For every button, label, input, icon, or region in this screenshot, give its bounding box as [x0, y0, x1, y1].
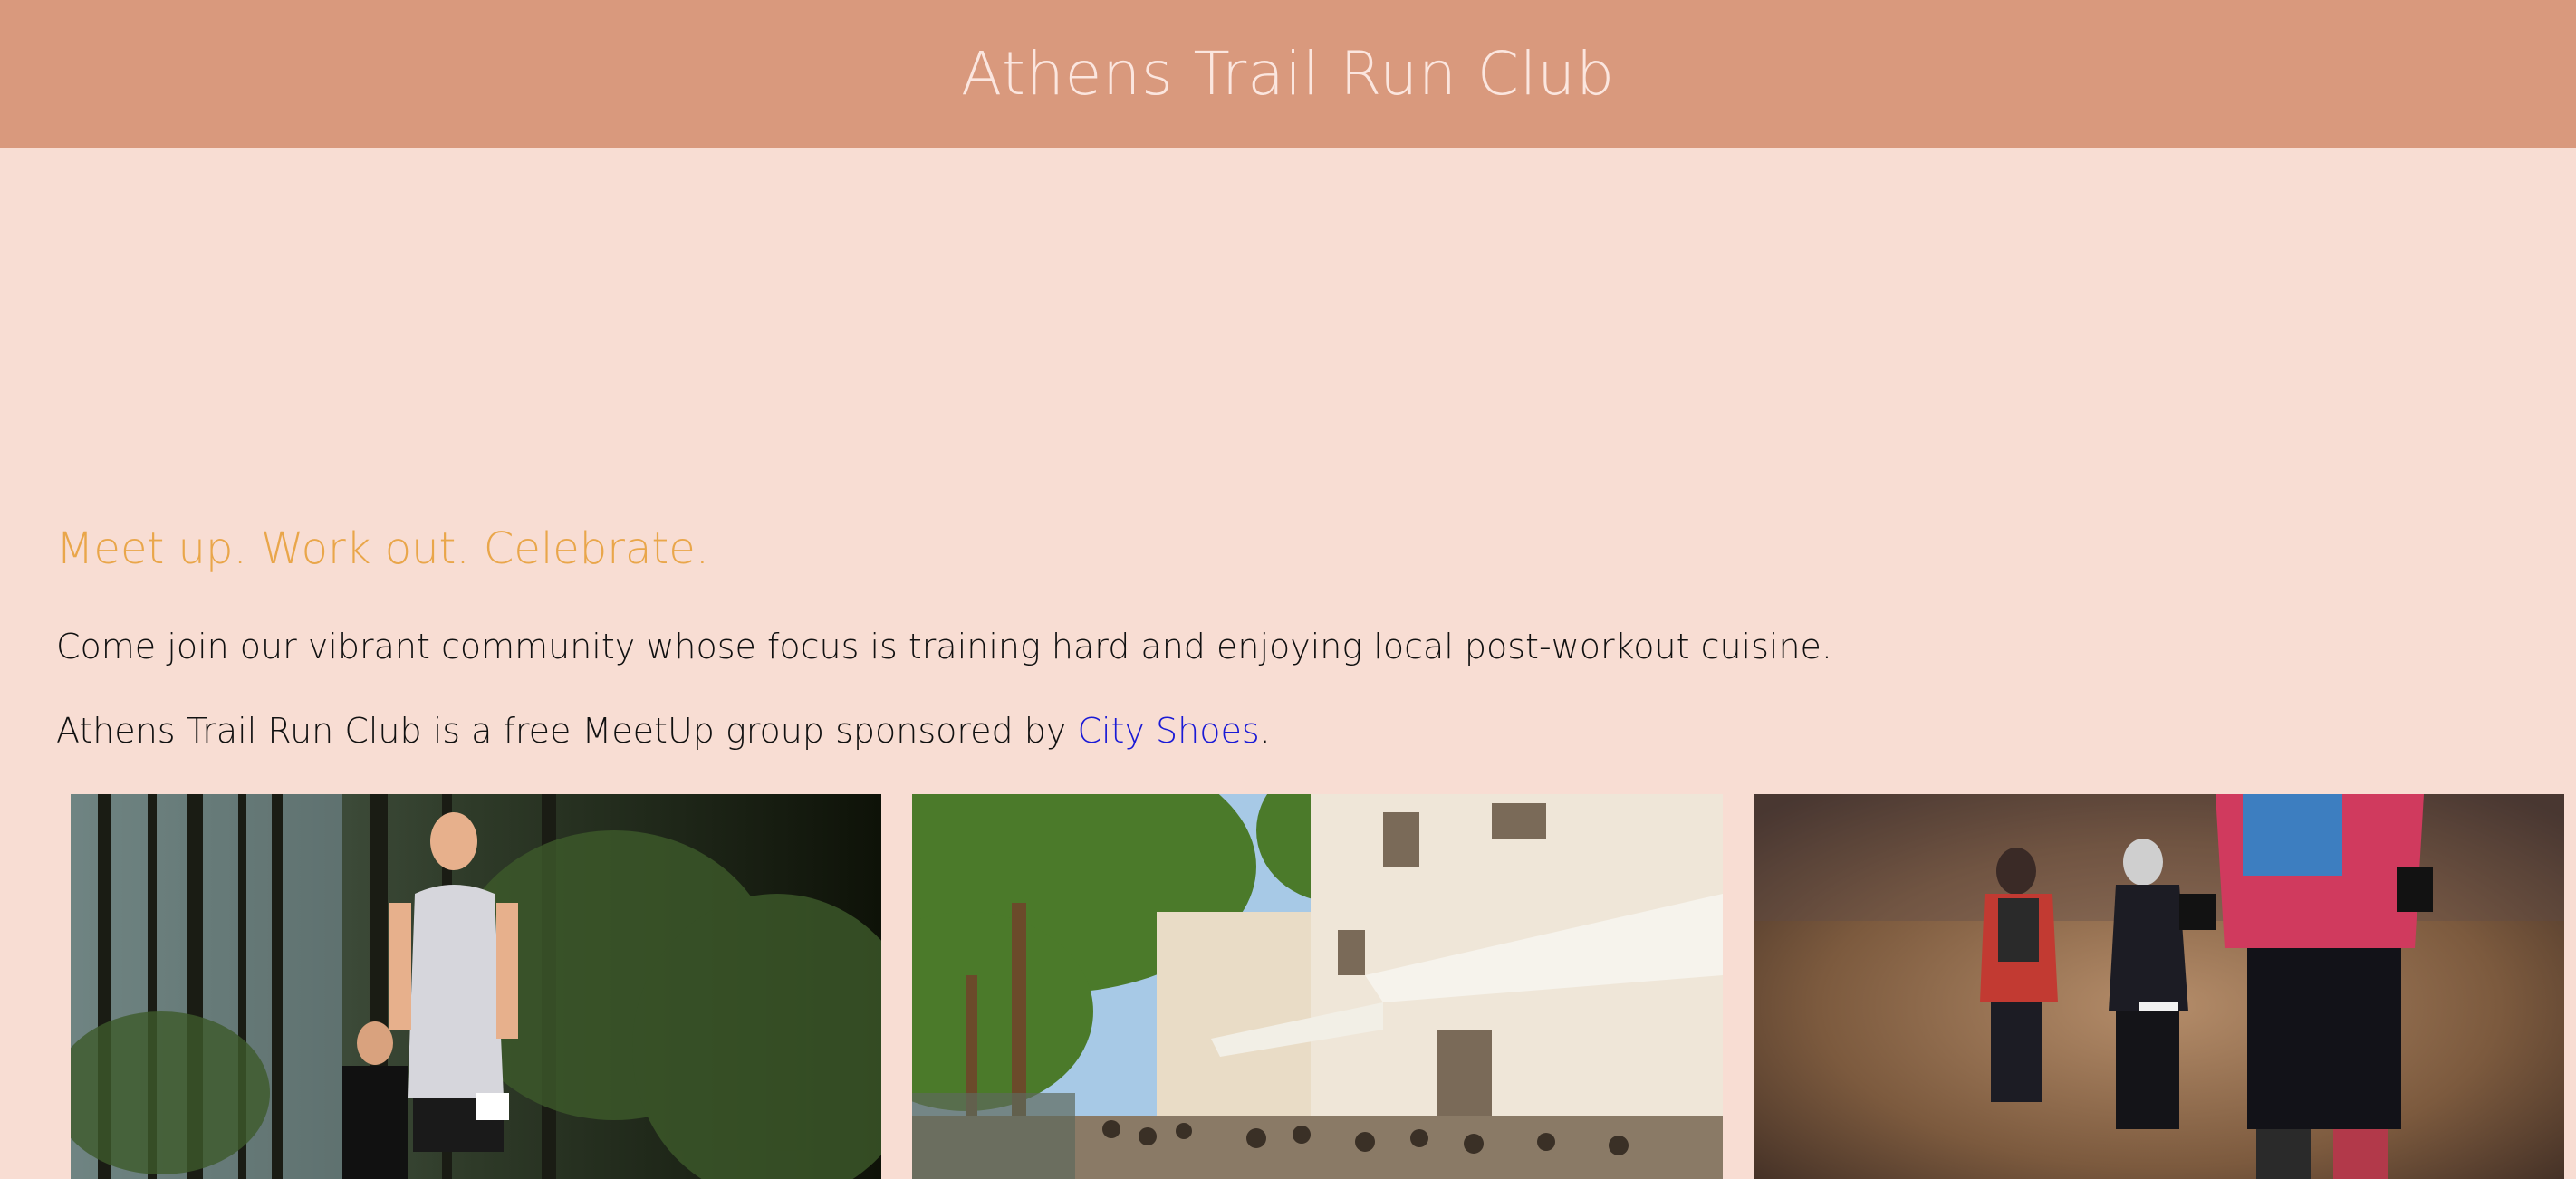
sponsor-suffix: .: [1259, 711, 1271, 751]
tagline: Meet up. Work out. Celebrate.: [56, 523, 710, 574]
intro-paragraph: Come join our vibrant community whose fo…: [56, 627, 1833, 666]
trail-runners-backs-photo: [1754, 794, 2564, 1179]
city-shoes-link[interactable]: City Shoes: [1077, 711, 1259, 751]
athens-street-cafe-photo: [912, 794, 1723, 1179]
site-title: Athens Trail Run Club: [960, 39, 1616, 109]
sponsor-paragraph: Athens Trail Run Club is a free MeetUp g…: [56, 711, 1271, 751]
site-header: Athens Trail Run Club: [0, 0, 2576, 148]
sponsor-prefix: Athens Trail Run Club is a free MeetUp g…: [56, 711, 1078, 751]
forest-trail-runners-photo: [71, 794, 881, 1179]
